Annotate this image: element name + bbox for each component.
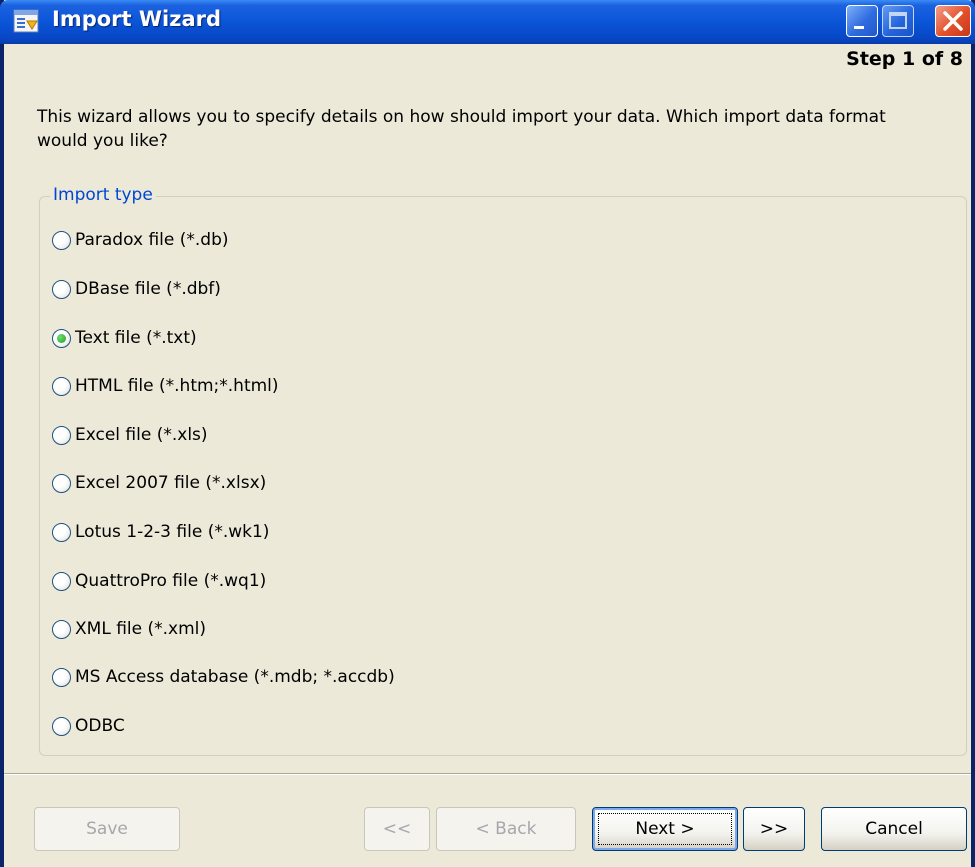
option-label: ODBC: [75, 716, 125, 736]
close-icon: [943, 11, 963, 31]
minimize-button[interactable]: [846, 5, 878, 37]
back-button[interactable]: < Back: [436, 807, 576, 851]
last-step-button[interactable]: >>: [743, 807, 805, 851]
close-button[interactable]: [935, 5, 971, 37]
radio-button[interactable]: [52, 522, 71, 542]
option-label: DBase file (*.dbf): [75, 279, 221, 299]
option-label: Lotus 1-2-3 file (*.wk1): [75, 522, 270, 542]
radio-dbase[interactable]: DBase file (*.dbf): [52, 276, 221, 302]
option-label: QuattroPro file (*.wq1): [75, 571, 267, 591]
wizard-app-icon: [13, 9, 39, 33]
intro-text: This wizard allows you to specify detail…: [37, 107, 886, 151]
radio-button[interactable]: [52, 619, 71, 639]
radio-button[interactable]: [52, 425, 71, 445]
radio-button[interactable]: [52, 230, 71, 250]
focus-ring: [598, 813, 732, 845]
radio-button[interactable]: [52, 279, 71, 299]
radio-button[interactable]: [52, 376, 71, 396]
option-label: XML file (*.xml): [75, 619, 206, 639]
radio-excel[interactable]: Excel file (*.xls): [52, 422, 208, 448]
radio-ms-access[interactable]: MS Access database (*.mdb; *.accdb): [52, 664, 395, 690]
radio-button-selected[interactable]: [52, 328, 71, 348]
option-label: Paradox file (*.db): [75, 230, 229, 250]
radio-excel-2007[interactable]: Excel 2007 file (*.xlsx): [52, 470, 266, 496]
window-title: Import Wizard: [52, 7, 222, 31]
radio-button[interactable]: [52, 716, 71, 736]
radio-button[interactable]: [52, 571, 71, 591]
radio-html[interactable]: HTML file (*.htm;*.html): [52, 373, 279, 399]
radio-text[interactable]: Text file (*.txt): [52, 325, 197, 351]
radio-quattropro[interactable]: QuattroPro file (*.wq1): [52, 568, 266, 594]
minimize-icon: [854, 26, 864, 29]
radio-odbc[interactable]: ODBC: [52, 713, 125, 739]
cancel-button[interactable]: Cancel: [821, 807, 967, 851]
option-label: HTML file (*.htm;*.html): [75, 376, 279, 396]
radio-xml[interactable]: XML file (*.xml): [52, 616, 206, 642]
option-label: Text file (*.txt): [75, 328, 197, 348]
radio-button[interactable]: [52, 473, 71, 493]
footer-divider: [4, 773, 971, 775]
next-button[interactable]: Next >: [592, 807, 738, 851]
maximize-button[interactable]: [882, 5, 914, 37]
maximize-icon: [889, 12, 907, 29]
import-type-label: Import type: [50, 185, 156, 205]
save-button[interactable]: Save: [34, 807, 180, 851]
import-wizard-window: Import Wizard Step 1 of 8 This wizard al…: [0, 0, 975, 867]
title-bar[interactable]: Import Wizard: [0, 0, 975, 44]
step-indicator: Step 1 of 8: [846, 48, 963, 70]
option-label: Excel file (*.xls): [75, 425, 208, 445]
import-type-group: Import type Paradox file (*.db) DBase fi…: [39, 185, 967, 756]
radio-paradox[interactable]: Paradox file (*.db): [52, 227, 229, 253]
radio-button[interactable]: [52, 667, 71, 687]
first-step-button[interactable]: <<: [364, 807, 430, 851]
option-label: MS Access database (*.mdb; *.accdb): [75, 667, 395, 687]
option-label: Excel 2007 file (*.xlsx): [75, 473, 267, 493]
radio-lotus[interactable]: Lotus 1-2-3 file (*.wk1): [52, 519, 269, 545]
